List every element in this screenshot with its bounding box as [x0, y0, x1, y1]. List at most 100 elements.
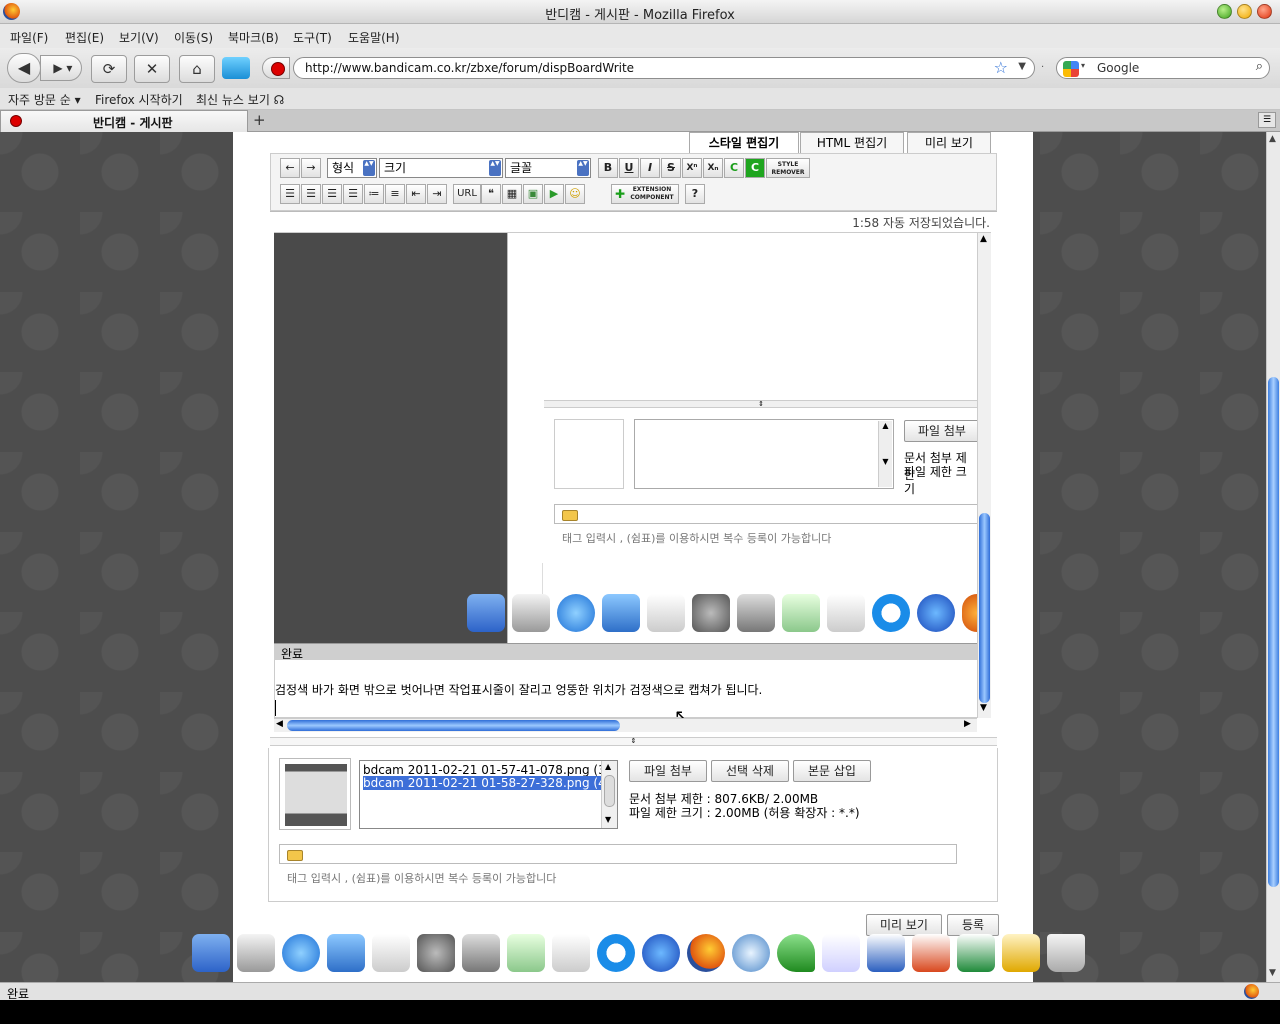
- editor-vertical-scrollbar[interactable]: ▲ ▼: [977, 233, 991, 718]
- reload-button[interactable]: ⟳: [91, 55, 127, 83]
- page-scrollbar[interactable]: ▲ ▼: [1266, 132, 1280, 982]
- editor-scroll-up-icon[interactable]: ▲: [980, 234, 987, 244]
- leaf-app-icon[interactable]: [777, 934, 815, 972]
- ordered-list-button[interactable]: ≔: [364, 184, 384, 204]
- notes-icon[interactable]: [372, 934, 410, 972]
- minimize-button[interactable]: [1217, 4, 1232, 19]
- menu-edit[interactable]: 편집(E): [65, 29, 104, 46]
- menu-bookmarks[interactable]: 북마크(B): [228, 29, 279, 46]
- post-body-text[interactable]: 검정색 바가 화면 밖으로 벗어나면 작업표시줄이 잘리고 엉뚱한 위치가 검정…: [275, 681, 762, 698]
- network-icon[interactable]: [282, 934, 320, 972]
- unordered-list-button[interactable]: ≡: [385, 184, 405, 204]
- outlook-icon[interactable]: [1002, 934, 1040, 972]
- format-select[interactable]: 형식: [327, 158, 377, 178]
- bookmark-getting-started[interactable]: Firefox 시작하기: [95, 91, 183, 108]
- trash-icon[interactable]: [1047, 934, 1085, 972]
- outdent-button[interactable]: ⇤: [406, 184, 426, 204]
- extension-component-button[interactable]: ✚ EXTENSION COMPONENT: [611, 184, 679, 204]
- attachment-file-item-selected[interactable]: bdcam 2011-02-21 01-58-27-328.png (453.7…: [363, 776, 603, 790]
- music-folder-icon[interactable]: [507, 934, 545, 972]
- music-note-icon[interactable]: [822, 934, 860, 972]
- documents-folder-icon[interactable]: [552, 934, 590, 972]
- menu-file[interactable]: 파일(F): [10, 29, 48, 46]
- bookmark-latest-news[interactable]: 최신 뉴스 보기 ☊: [196, 91, 284, 108]
- close-window-button[interactable]: [1257, 4, 1272, 19]
- italic-button[interactable]: I: [640, 158, 660, 178]
- search-input[interactable]: ▾ Google ⌕: [1056, 57, 1270, 79]
- menu-view[interactable]: 보기(V): [119, 29, 159, 46]
- preview-button[interactable]: 미리 보기: [866, 914, 942, 936]
- size-select[interactable]: 크기: [379, 158, 503, 178]
- page-scrollbar-thumb[interactable]: [1268, 377, 1279, 887]
- tab-list-icon[interactable]: ☰: [1258, 112, 1276, 128]
- table-button[interactable]: ▦: [502, 184, 522, 204]
- undo-button[interactable]: ←: [280, 158, 300, 178]
- url-dropdown-icon[interactable]: ▼: [1018, 61, 1026, 72]
- attachment-scroll-down-icon[interactable]: ▼: [605, 815, 611, 824]
- contacts-icon[interactable]: [237, 934, 275, 972]
- superscript-button[interactable]: Xⁿ: [682, 158, 702, 178]
- photos-icon[interactable]: [462, 934, 500, 972]
- menu-help[interactable]: 도움말(H): [348, 29, 400, 46]
- delete-selected-button[interactable]: 선택 삭제: [711, 760, 789, 782]
- background-color-button[interactable]: C: [745, 158, 765, 178]
- google-engine-icon[interactable]: [1063, 61, 1079, 77]
- attachment-file-list[interactable]: bdcam 2011-02-21 01-57-41-078.png (353.9…: [359, 760, 618, 829]
- excel-icon[interactable]: [957, 934, 995, 972]
- align-right-button[interactable]: ☰: [322, 184, 342, 204]
- maximize-button[interactable]: [1237, 4, 1252, 19]
- stop-button[interactable]: ✕: [134, 55, 170, 83]
- tab-bandicam-board[interactable]: 반디캠 - 게시판: [0, 110, 248, 132]
- home-button[interactable]: ⌂: [179, 55, 215, 83]
- editor-scroll-down-icon[interactable]: ▼: [980, 703, 987, 713]
- underline-button[interactable]: U: [619, 158, 639, 178]
- editor-scroll-right-icon[interactable]: ▶: [964, 719, 971, 729]
- align-justify-button[interactable]: ☰: [343, 184, 363, 204]
- editor-scroll-left-icon[interactable]: ◀: [276, 719, 283, 729]
- attachment-scroll-thumb[interactable]: [604, 775, 615, 807]
- redo-button[interactable]: →: [301, 158, 321, 178]
- scroll-up-icon[interactable]: ▲: [1269, 134, 1276, 144]
- safari-icon[interactable]: [732, 934, 770, 972]
- indent-button[interactable]: ⇥: [427, 184, 447, 204]
- firefox-icon[interactable]: [687, 934, 725, 972]
- bookmark-star-icon[interactable]: ☆: [994, 58, 1008, 77]
- align-left-button[interactable]: ☰: [280, 184, 300, 204]
- powerpoint-icon[interactable]: [912, 934, 950, 972]
- bold-button[interactable]: B: [598, 158, 618, 178]
- quote-button[interactable]: ❝: [481, 184, 501, 204]
- new-tab-button[interactable]: +: [253, 111, 266, 129]
- quicktime-icon[interactable]: [597, 934, 635, 972]
- editor-resize-handle[interactable]: ⇕: [270, 737, 997, 746]
- sync-icon[interactable]: [222, 57, 250, 79]
- back-button[interactable]: ◀: [7, 53, 41, 83]
- itunes-icon[interactable]: [642, 934, 680, 972]
- menu-tools[interactable]: 도구(T): [293, 29, 332, 46]
- font-color-button[interactable]: C: [724, 158, 744, 178]
- folder-icon[interactable]: [327, 934, 365, 972]
- engine-dropdown-icon[interactable]: ▾: [1081, 61, 1085, 70]
- style-remover-button[interactable]: STYLE REMOVER: [766, 158, 810, 178]
- editor-vscroll-thumb[interactable]: [979, 513, 990, 703]
- finder-icon[interactable]: [192, 934, 230, 972]
- system-settings-icon[interactable]: [417, 934, 455, 972]
- insert-into-body-button[interactable]: 본문 삽입: [793, 760, 871, 782]
- emoticon-button[interactable]: ☺: [565, 184, 585, 204]
- font-select[interactable]: 글꼴: [505, 158, 591, 178]
- tab-html-editor[interactable]: HTML 편집기: [800, 132, 904, 154]
- url-bar[interactable]: http://www.bandicam.co.kr/zbxe/forum/dis…: [293, 57, 1035, 79]
- attachment-scroll-up-icon[interactable]: ▲: [605, 762, 611, 771]
- tab-style-editor[interactable]: 스타일 편집기: [689, 132, 799, 154]
- forward-button[interactable]: ▶ ▾: [40, 55, 82, 81]
- word-icon[interactable]: [867, 934, 905, 972]
- attachment-list-scrollbar[interactable]: ▲ ▼: [601, 761, 617, 828]
- help-button[interactable]: ?: [685, 184, 705, 204]
- align-center-button[interactable]: ☰: [301, 184, 321, 204]
- editor-horizontal-scrollbar[interactable]: ◀ ▶: [274, 718, 977, 732]
- scroll-down-icon[interactable]: ▼: [1269, 968, 1276, 978]
- tag-input[interactable]: [279, 844, 957, 864]
- attachment-file-item[interactable]: bdcam 2011-02-21 01-57-41-078.png (353.9…: [363, 763, 617, 777]
- menu-go[interactable]: 이동(S): [174, 29, 213, 46]
- bookmark-most-visited[interactable]: 자주 방문 순 ▾: [8, 91, 81, 108]
- media-button[interactable]: ▶: [544, 184, 564, 204]
